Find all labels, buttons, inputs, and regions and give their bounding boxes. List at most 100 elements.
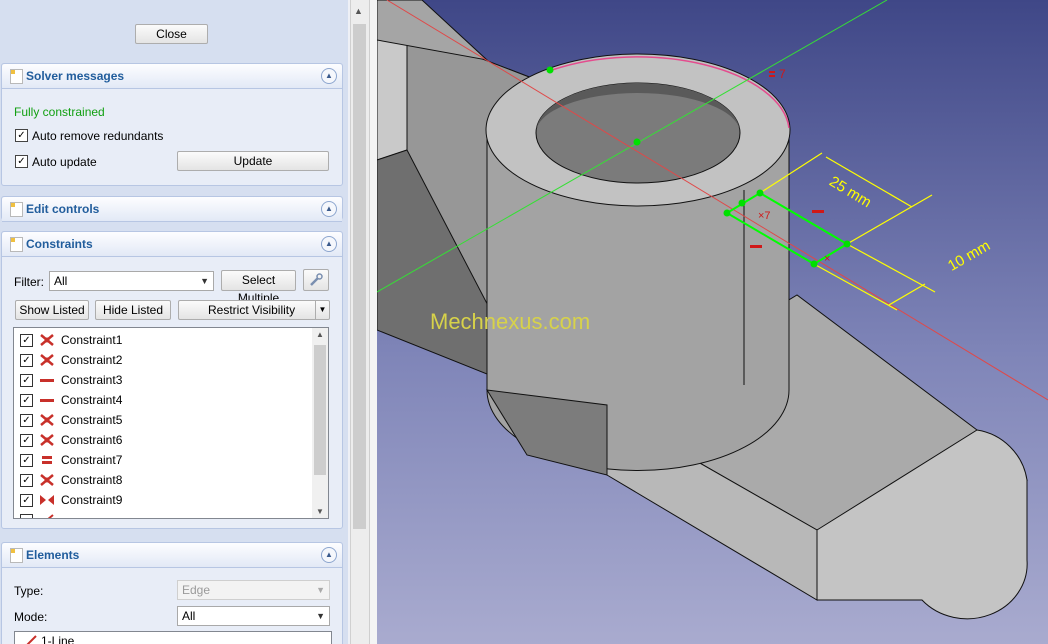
element-list[interactable]: 1-Line [14,631,332,644]
select-multiple-button[interactable]: Select Multiple [221,270,296,305]
checkbox[interactable]: ✓ [20,474,33,487]
checkbox[interactable]: ✓ [20,334,33,347]
list-item[interactable]: ✓ Constraint6 [18,430,308,450]
note-icon [10,237,23,252]
chevron-down-icon: ▼ [200,276,209,286]
constraint-label: Constraint4 [61,393,123,407]
update-button[interactable]: Update [177,151,329,171]
list-item[interactable]: ✓ Constraint2 [18,350,308,370]
equal-icon [42,456,52,464]
restrict-visibility-button[interactable]: Restrict Visibility ▼ [178,300,330,320]
collapse-icon[interactable]: ▲ [321,68,337,84]
list-item[interactable]: ✓ Constraint4 [18,390,308,410]
svg-text:×: × [824,253,830,265]
rib-side-face [377,29,408,161]
collapse-icon[interactable]: ▲ [321,547,337,563]
filter-select[interactable]: All ▼ [49,271,214,291]
settings-tool-button[interactable] [303,269,329,291]
list-item-partial [18,510,308,518]
constraint-label: Constraint5 [61,413,123,427]
collapse-icon[interactable]: ▲ [321,236,337,252]
list-item[interactable]: ✓ Constraint5 [18,410,308,430]
wrench-icon [310,273,323,286]
elements-header[interactable]: Elements ▲ [2,543,342,568]
checkbox[interactable]: ✓ [20,434,33,447]
auto-update-checkbox[interactable]: ✓ [15,155,28,168]
element-item-label: 1-Line [41,634,75,644]
coincident-icon [40,474,54,486]
solver-messages-title: Solver messages [26,69,125,83]
elements-title: Elements [26,548,80,562]
note-icon [10,202,23,217]
constraint-label: Constraint8 [61,473,123,487]
coincident-icon [40,414,54,426]
type-label: Type: [14,584,44,598]
filter-label: Filter: [14,275,44,289]
elements-box: Elements ▲ Type: Edge ▼ Mode: All ▼ 1-Li… [1,542,343,644]
chevron-down-icon[interactable]: ▼ [316,507,324,516]
edit-controls-box: Edit controls ▲ [1,196,343,222]
expand-icon[interactable]: ▲ [321,201,337,217]
list-item[interactable]: ✓ Constraint7 [18,450,308,470]
show-listed-button[interactable]: Show Listed [15,300,89,320]
constraints-title: Constraints [26,237,93,251]
filter-value: All [54,274,68,288]
close-button[interactable]: Close [135,24,208,44]
task-panel-pane: Close Solver messages ▲ Fully constraine… [0,0,377,644]
list-item[interactable]: ✓ Constraint9 [18,490,308,510]
checkbox[interactable]: ✓ [20,494,33,507]
list-item[interactable]: ✓ Constraint1 [18,330,308,350]
solver-status: Fully constrained [14,105,105,119]
boss-cut-face [486,389,608,476]
scroll-thumb[interactable] [353,24,366,529]
restrict-visibility-label: Restrict Visibility [208,303,296,317]
chevron-down-icon: ▼ [316,585,325,595]
checkbox[interactable]: ✓ [20,354,33,367]
line-icon [26,635,37,644]
chevron-down-icon: ▼ [316,611,325,621]
solver-messages-header[interactable]: Solver messages ▲ [2,64,342,89]
mode-label: Mode: [14,610,48,624]
equal-constraint-label: 7 [779,67,786,81]
checkbox[interactable]: ✓ [20,454,33,467]
edit-controls-title: Edit controls [26,202,100,216]
note-icon [10,548,23,563]
constraint-label: Constraint2 [61,353,123,367]
chevron-up-icon[interactable]: ▲ [354,6,363,16]
type-select: Edge ▼ [177,580,330,600]
distance-icon [47,514,54,518]
svg-text:×7: ×7 [758,210,771,222]
list-scrollbar[interactable]: ▲ ▼ [312,328,328,518]
checkbox[interactable]: ✓ [20,394,33,407]
hide-listed-button[interactable]: Hide Listed [95,300,171,320]
checkbox [20,514,33,518]
horizontal-icon [40,399,54,402]
checkbox[interactable]: ✓ [20,414,33,427]
3d-viewport[interactable]: ×7 × 7 25 mm 10 mm Mechnexus.com [377,0,1048,644]
watermark: Mechnexus.com [430,309,591,334]
solver-messages-box: Solver messages ▲ Fully constrained ✓ Au… [1,63,343,186]
constraint-label: Constraint6 [61,433,123,447]
constraint-list[interactable]: ✓ Constraint1 ✓ Constraint2 ✓ Constraint3 ✓ Con… [13,327,329,519]
coincident-icon [40,354,54,366]
mode-value: All [182,609,196,623]
list-item[interactable]: ✓ Constraint8 [18,470,308,490]
list-scroll-thumb[interactable] [314,345,326,475]
list-item[interactable]: ✓ Constraint3 [18,370,308,390]
checkbox[interactable]: ✓ [20,374,33,387]
pane-splitter[interactable] [369,0,377,644]
coincident-icon [40,334,54,346]
auto-update-label: Auto update [32,155,97,169]
chevron-up-icon[interactable]: ▲ [316,330,324,339]
note-icon [10,69,23,84]
symmetric-icon [40,495,54,505]
auto-remove-redundants-label: Auto remove redundants [32,129,164,143]
mode-select[interactable]: All ▼ [177,606,330,626]
auto-remove-redundants-checkbox[interactable]: ✓ [15,129,28,142]
constraint-label: Constraint3 [61,373,123,387]
constraints-header[interactable]: Constraints ▲ [2,232,342,257]
chevron-down-icon[interactable]: ▼ [315,301,329,319]
edit-controls-header[interactable]: Edit controls ▲ [2,197,342,222]
constraint-label: Constraint9 [61,493,123,507]
task-panel-scrollbar[interactable]: ▲ [350,0,369,644]
